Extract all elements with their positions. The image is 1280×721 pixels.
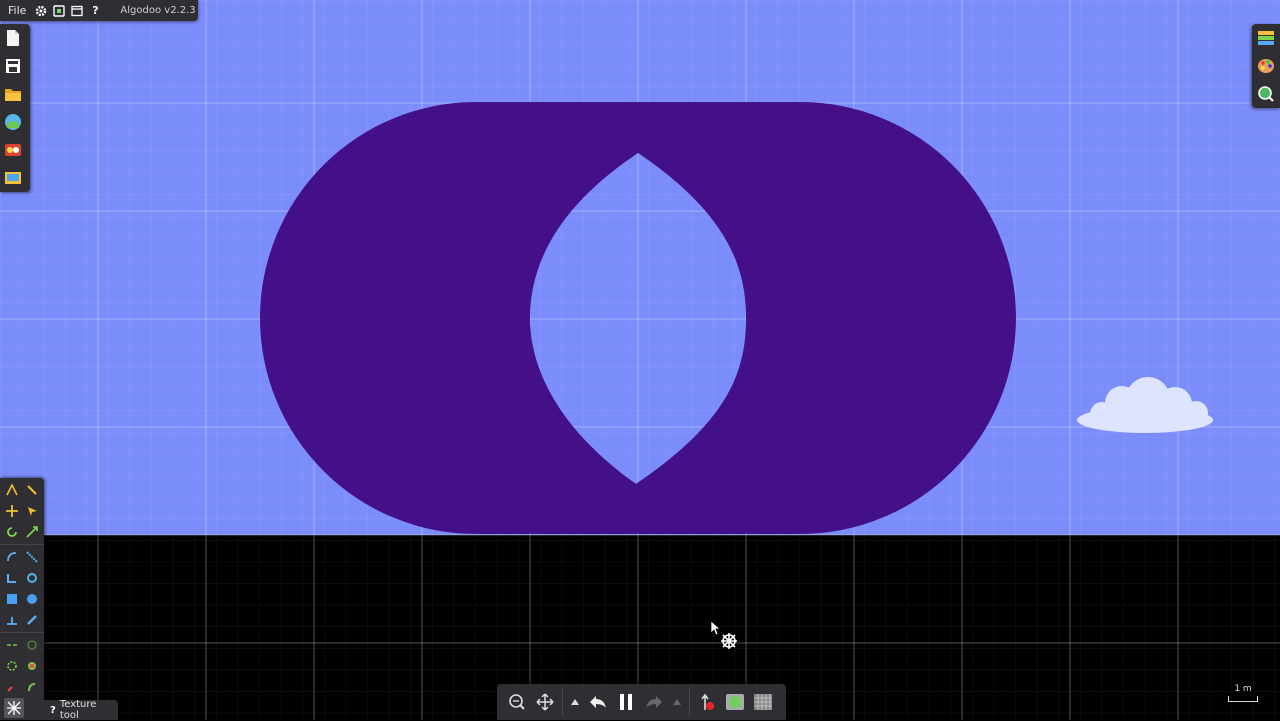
tools-panel — [0, 478, 44, 720]
view-toolbar — [1252, 24, 1280, 108]
online-icon[interactable] — [0, 164, 26, 192]
question-icon: ? — [50, 704, 56, 716]
texture-tool-icon[interactable] — [4, 698, 24, 718]
canvas[interactable] — [0, 0, 1280, 720]
undo-icon[interactable] — [584, 687, 612, 717]
app-title: Algodoo v2.2.3 — [120, 5, 196, 16]
spiral-icon — [721, 633, 737, 649]
new-scene-icon[interactable] — [0, 24, 26, 52]
rotate-tool-icon[interactable] — [2, 522, 22, 542]
zoom-icon[interactable] — [503, 687, 531, 717]
box-tool-icon[interactable] — [2, 589, 22, 609]
scale-indicator: 1 m — [1228, 684, 1258, 702]
chain-tool-icon[interactable] — [2, 656, 22, 676]
rope-tool-icon[interactable] — [2, 547, 22, 567]
zoom-icon[interactable] — [1252, 80, 1280, 108]
help-icon[interactable]: ? — [88, 4, 102, 18]
pan-icon[interactable] — [531, 687, 559, 717]
drag-tool-icon[interactable] — [22, 501, 42, 521]
pause-icon[interactable] — [612, 687, 640, 717]
screen-icon[interactable] — [52, 4, 66, 18]
cut-tool-icon[interactable] — [22, 480, 42, 500]
simulation-toolbar — [497, 684, 786, 720]
redo-icon[interactable] — [640, 687, 668, 717]
scale-label: 1 m — [1234, 684, 1252, 694]
scale-bar — [1228, 696, 1258, 702]
gravity-icon[interactable] — [693, 687, 721, 717]
circle-tool-icon[interactable] — [22, 589, 42, 609]
pen-tool-icon[interactable] — [22, 610, 42, 630]
tool-hint-label: Texture tool — [59, 699, 97, 721]
palette-icon[interactable] — [1252, 52, 1280, 80]
grid-icon[interactable] — [749, 687, 777, 717]
move-tool-icon[interactable] — [2, 501, 22, 521]
tool-hint: ? Texture tool — [44, 699, 118, 721]
hinge-tool-icon[interactable] — [22, 568, 42, 588]
file-menu[interactable]: File — [4, 0, 30, 21]
gear-tool-icon[interactable] — [2, 635, 22, 655]
air-icon[interactable] — [721, 687, 749, 717]
save-icon[interactable] — [0, 52, 26, 80]
options-icon[interactable] — [1252, 24, 1280, 52]
tracer-tool-icon[interactable] — [22, 656, 42, 676]
redo-menu-icon[interactable] — [668, 687, 686, 717]
spring-tool-icon[interactable] — [22, 547, 42, 567]
scale-tool-icon[interactable] — [22, 522, 42, 542]
open-folder-icon[interactable] — [0, 80, 26, 108]
thruster-tool-icon[interactable] — [22, 635, 42, 655]
eraser-tool-icon[interactable] — [22, 677, 42, 697]
fixate-tool-icon[interactable] — [2, 568, 22, 588]
laser-tool-icon[interactable] — [2, 677, 22, 697]
undo-menu-icon[interactable] — [566, 687, 584, 717]
scene-browser-icon[interactable] — [0, 108, 26, 136]
file-toolbar — [0, 24, 30, 192]
lessons-icon[interactable] — [0, 136, 26, 164]
window-icon[interactable] — [70, 4, 84, 18]
menu-bar: File ? Algodoo v2.2.3 — [0, 0, 198, 21]
gear-icon[interactable] — [34, 4, 48, 18]
plane-tool-icon[interactable] — [2, 610, 22, 630]
sketch-tool-icon[interactable] — [2, 480, 22, 500]
